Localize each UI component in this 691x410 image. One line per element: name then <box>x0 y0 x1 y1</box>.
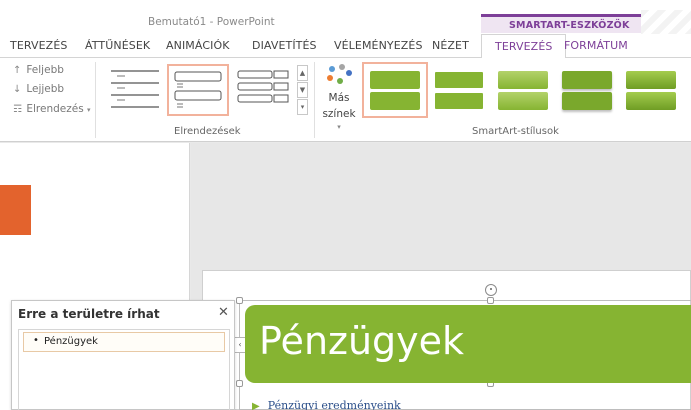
color-dot <box>327 75 333 81</box>
change-colors-label-2-text: színek <box>322 108 356 120</box>
gallery-scroll-down-button[interactable]: ▼ <box>297 82 308 98</box>
dropdown-arrow-icon: ▾ <box>87 106 91 114</box>
vertical-list-icon <box>111 70 159 108</box>
change-colors-label-1: Más <box>328 92 350 104</box>
dropdown-arrow-icon: ▾ <box>337 123 341 131</box>
layout-thumbnail-list[interactable] <box>102 64 164 116</box>
smartart-bullet-item[interactable]: ▶ Pénzügyi eredményeink <box>252 399 401 410</box>
window-title: Bemutató1 - PowerPoint <box>148 16 275 28</box>
gallery-more-button[interactable]: ▾ <box>297 99 308 115</box>
rotate-handle-icon[interactable] <box>485 284 497 296</box>
demote-button[interactable]: ↓ Lejjebb <box>13 83 64 95</box>
slide-thumbnail-selected[interactable] <box>0 185 31 235</box>
smartart-style-intense-effect[interactable] <box>620 64 682 116</box>
style-preview-box <box>626 92 676 110</box>
smartart-style-white-outline[interactable] <box>428 64 490 116</box>
layout-dropdown-button[interactable]: ☶ Elrendezés ▾ <box>13 103 91 115</box>
resize-handle[interactable] <box>236 380 243 387</box>
block-list-icon <box>174 71 222 108</box>
group-separator <box>95 62 96 138</box>
style-preview-box <box>434 71 484 89</box>
color-dot <box>339 64 345 70</box>
bullet-text[interactable]: Pénzügyi eredményeink <box>268 399 401 410</box>
change-colors-button[interactable]: Más színek ▾ <box>320 62 358 131</box>
title-bar-decoration <box>641 10 691 34</box>
text-pane-item[interactable]: Pénzügyek <box>23 332 225 352</box>
layout-label: Elrendezés <box>26 103 84 115</box>
style-preview-box <box>498 92 548 110</box>
tab-smartart-design[interactable]: TERVEZÉS <box>481 34 567 59</box>
tab-view[interactable]: NÉZET <box>432 39 469 52</box>
style-preview-box <box>626 71 676 89</box>
title-bar: Bemutató1 - PowerPoint SMARTART-ESZKÖZÖK <box>0 0 691 34</box>
resize-handle[interactable] <box>487 297 494 304</box>
tab-transitions[interactable]: ÁTTŰNÉSEK <box>85 39 150 52</box>
close-icon[interactable]: ✕ <box>218 305 229 320</box>
demote-label: Lejjebb <box>26 83 65 95</box>
style-preview-box <box>370 92 420 110</box>
color-dot <box>346 70 352 76</box>
style-preview-box <box>434 92 484 110</box>
resize-handle[interactable] <box>236 297 243 304</box>
ribbon-tabs: TERVEZÉS ÁTTŰNÉSEK ANIMÁCIÓK DIAVETÍTÉS … <box>0 34 691 59</box>
group-separator <box>314 62 315 138</box>
style-preview-box <box>562 71 612 89</box>
smartart-style-simple-fill[interactable] <box>362 62 428 118</box>
text-pane-title: Erre a területre írhat <box>18 307 160 321</box>
context-group-label: SMARTART-ESZKÖZÖK <box>509 20 630 31</box>
layout-thumbnail-block-list[interactable] <box>167 64 229 116</box>
smartart-shape-text[interactable]: Pénzügyek <box>259 319 464 363</box>
color-dot <box>337 78 343 84</box>
change-colors-label-2: színek ▾ <box>320 108 358 132</box>
arrow-up-icon: ↑ <box>13 65 22 76</box>
ribbon: ↑ Feljebb ↓ Lejjebb ☶ Elrendezés ▾ ▲ ▼ ▾… <box>0 58 691 142</box>
style-preview-box <box>498 71 548 89</box>
bullet-triangle-icon: ▶ <box>252 401 260 410</box>
text-pane-body[interactable]: Pénzügyek <box>18 329 230 410</box>
style-preview-box <box>370 71 420 89</box>
arrow-down-icon: ↓ <box>13 84 22 95</box>
promote-button[interactable]: ↑ Feljebb <box>13 64 64 76</box>
tab-design[interactable]: TERVEZÉS <box>10 39 67 52</box>
gallery-scroll-up-button[interactable]: ▲ <box>297 65 308 81</box>
lined-list-icon <box>237 70 289 103</box>
smartart-style-moderate-effect[interactable] <box>556 64 618 116</box>
layout-icon: ☶ <box>13 104 22 115</box>
tab-slide-show[interactable]: DIAVETÍTÉS <box>252 39 317 52</box>
style-preview-box <box>562 92 612 110</box>
smartart-tools-context-label: SMARTART-ESZKÖZÖK <box>481 14 641 33</box>
tab-smartart-format[interactable]: FORMÁTUM <box>564 39 628 52</box>
tab-review[interactable]: VÉLEMÉNYEZÉS <box>334 39 423 52</box>
layouts-group-label: Elrendezések <box>174 126 241 137</box>
promote-label: Feljebb <box>26 64 64 76</box>
color-dot <box>329 66 335 72</box>
smartart-style-subtle-effect[interactable] <box>492 64 554 116</box>
tab-animations[interactable]: ANIMÁCIÓK <box>166 39 230 52</box>
smartart-shape[interactable]: Pénzügyek <box>245 305 691 383</box>
layout-thumbnail-lined-list[interactable] <box>233 64 295 116</box>
smartart-text-pane: Erre a területre írhat ✕ Pénzügyek <box>11 300 235 410</box>
smartart-styles-group-label: SmartArt-stílusok <box>472 126 559 137</box>
